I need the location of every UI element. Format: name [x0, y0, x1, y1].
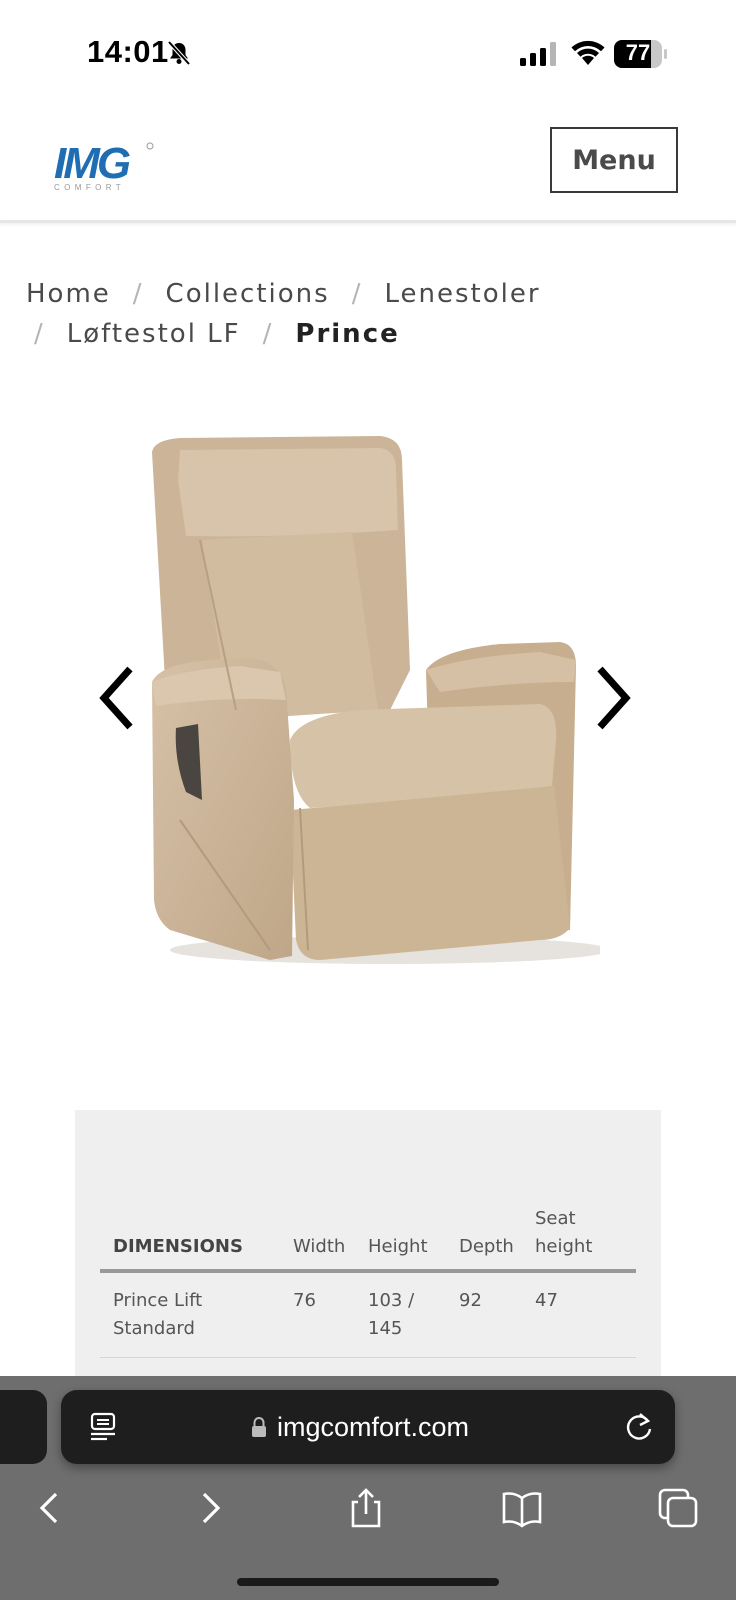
browser-toolbar: imgcomfort.com: [0, 1376, 736, 1600]
chevron-right-icon[interactable]: [588, 663, 638, 733]
battery-level: 77: [625, 40, 651, 65]
svg-text:IMG: IMG: [54, 139, 130, 188]
forward-icon[interactable]: [188, 1486, 232, 1530]
tabs-icon[interactable]: [656, 1486, 700, 1530]
wifi-icon: [571, 40, 605, 65]
breadcrumb-loftestol[interactable]: Løftestol LF: [67, 319, 241, 349]
product-image: [152, 436, 600, 964]
reload-icon[interactable]: [624, 1411, 654, 1443]
row-seat-height: 47: [535, 1290, 558, 1311]
col-seat-height-line1: Seat: [535, 1208, 576, 1229]
svg-text:COMFORT: COMFORT: [54, 183, 125, 192]
chevron-left-icon[interactable]: [96, 663, 146, 733]
breadcrumb-separator: /: [351, 279, 363, 309]
row-depth: 92: [459, 1290, 482, 1311]
col-height: Height: [368, 1236, 428, 1257]
dimensions-heading: DIMENSIONS: [113, 1236, 243, 1257]
status-bar: 14:01 77: [0, 0, 736, 108]
menu-button[interactable]: Menu: [550, 127, 678, 193]
row-name-line1: Prince Lift: [113, 1290, 203, 1311]
address-bar[interactable]: imgcomfort.com: [61, 1390, 675, 1464]
reader-icon[interactable]: [89, 1412, 117, 1442]
col-width: Width: [293, 1236, 346, 1257]
signal-icon: [520, 42, 556, 66]
back-icon[interactable]: [28, 1486, 72, 1530]
home-indicator[interactable]: [237, 1578, 499, 1586]
breadcrumb: Home / Collections / Lenestoler / Løftestol L…: [26, 274, 716, 354]
col-seat-height-line2: height: [535, 1236, 593, 1257]
lock-icon: [252, 1417, 266, 1437]
row-height-line1: 103 /: [368, 1290, 415, 1311]
bell-slash-icon: [167, 40, 191, 66]
row-height-line2: 145: [368, 1318, 403, 1339]
breadcrumb-home[interactable]: Home: [26, 279, 111, 309]
status-time: 14:01: [87, 34, 169, 69]
breadcrumb-separator: /: [262, 319, 274, 349]
row-name-line2: Standard: [113, 1318, 195, 1339]
table-row: Prince Lift Standard 76 103 / 145 92 47: [100, 1273, 636, 1358]
product-carousel: [0, 400, 736, 990]
bookmarks-icon[interactable]: [500, 1486, 544, 1530]
dimensions-panel: DIMENSIONS Width Height Depth Seat heigh…: [75, 1110, 661, 1380]
share-icon[interactable]: [344, 1486, 388, 1530]
url-text[interactable]: imgcomfort.com: [277, 1390, 469, 1464]
breadcrumb-separator: /: [34, 319, 45, 349]
breadcrumb-collections[interactable]: Collections: [166, 279, 330, 309]
breadcrumb-separator: /: [132, 279, 144, 309]
dimensions-header-row: DIMENSIONS Width Height Depth Seat heigh…: [100, 1203, 636, 1273]
row-width: 76: [293, 1290, 316, 1311]
breadcrumb-current: Prince: [295, 319, 400, 349]
site-header: IMG COMFORT Menu: [0, 108, 736, 223]
breadcrumb-lenestoler[interactable]: Lenestoler: [384, 279, 540, 309]
previous-tab[interactable]: [0, 1390, 47, 1464]
col-depth: Depth: [459, 1236, 514, 1257]
dimensions-table: DIMENSIONS Width Height Depth Seat heigh…: [100, 1203, 636, 1358]
img-comfort-logo[interactable]: IMG COMFORT: [52, 136, 162, 194]
